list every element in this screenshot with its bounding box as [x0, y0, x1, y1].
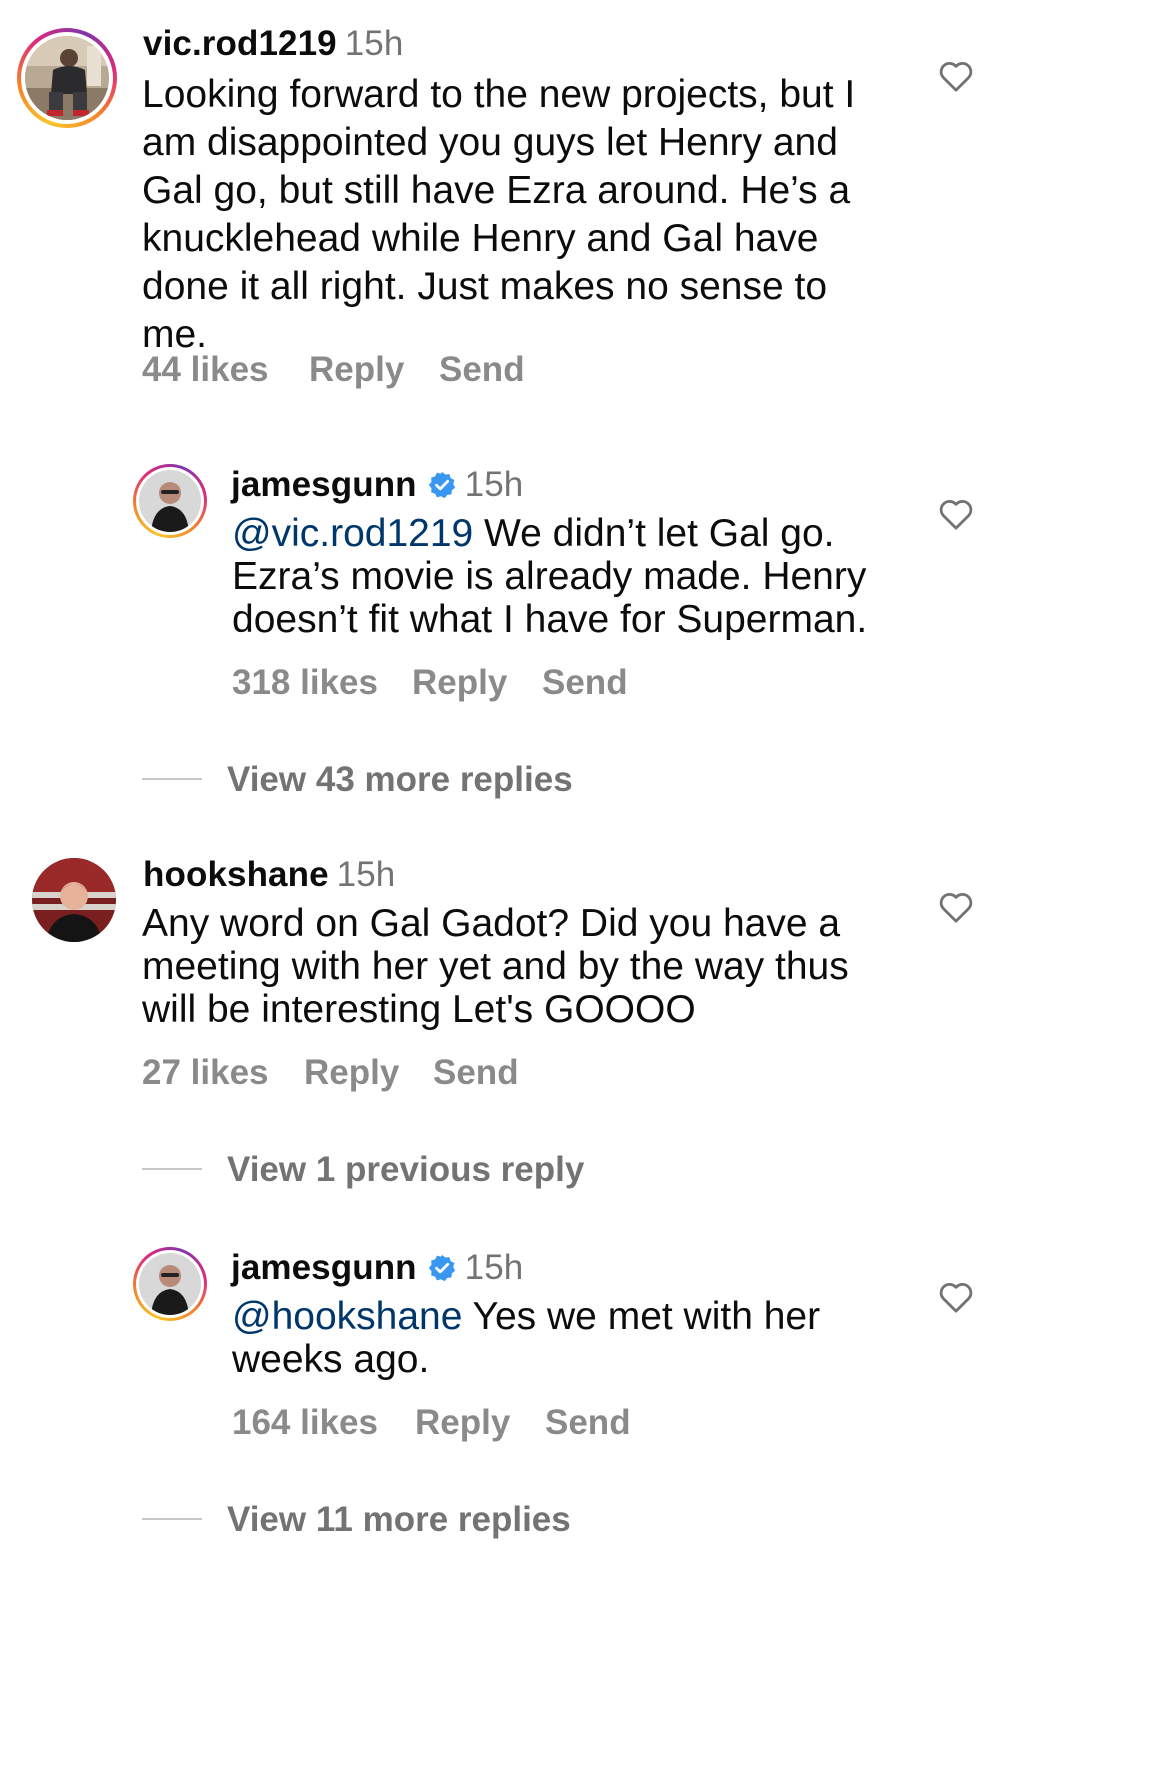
send-button[interactable]: Send — [439, 350, 525, 390]
reply-time: 15h — [464, 465, 524, 504]
heart-outline-icon[interactable] — [936, 494, 976, 534]
comment-line: Any word on Gal Gadot? Did you have a — [142, 902, 841, 945]
reply-line-text: We didn’t let Gal go. — [473, 512, 835, 555]
avatar-story-ring[interactable] — [133, 1247, 207, 1321]
reply-line: @hookshane Yes we met with her — [232, 1295, 820, 1338]
avatar-jamesgunn — [139, 1253, 201, 1315]
reply-body: @hookshane Yes we met with her weeks ago… — [232, 1295, 820, 1381]
view-replies-divider — [142, 1518, 202, 1520]
like-count[interactable]: 44 likes — [142, 350, 269, 390]
like-count[interactable]: 27 likes — [142, 1053, 269, 1093]
reply-line: weeks ago. — [232, 1338, 430, 1381]
heart-outline-icon[interactable] — [936, 1277, 976, 1317]
like-count[interactable]: 164 likes — [232, 1403, 378, 1443]
comment-line: am disappointed you guys let Henry and — [142, 121, 838, 164]
reply-button[interactable]: Reply — [412, 663, 507, 703]
view-previous-reply-button[interactable]: View 1 previous reply — [227, 1150, 584, 1190]
reply-line-text: Yes we met with her — [462, 1295, 821, 1338]
comment-line: done it all right. Just makes no sense t… — [142, 265, 828, 308]
reply-line: doesn’t fit what I have for Superman. — [232, 598, 868, 641]
view-more-replies-button[interactable]: View 11 more replies — [227, 1500, 571, 1540]
comment-line: Gal go, but still have Ezra around. He’s… — [142, 169, 851, 212]
mention-link[interactable]: @vic.rod1219 — [232, 512, 473, 555]
reply-body: @vic.rod1219 We didn’t let Gal go. Ezra’… — [232, 512, 867, 641]
avatar-hookshane[interactable] — [32, 858, 116, 942]
view-more-replies-button[interactable]: View 43 more replies — [227, 760, 573, 800]
avatar-vic-rod1219 — [25, 36, 109, 120]
send-button[interactable]: Send — [542, 663, 628, 703]
send-button[interactable]: Send — [433, 1053, 519, 1093]
reply-username[interactable]: jamesgunn 15h — [231, 1248, 523, 1288]
comment-line: meeting with her yet and by the way thus — [142, 945, 849, 988]
comment-body: Any word on Gal Gadot? Did you have a me… — [142, 902, 849, 1031]
like-count[interactable]: 318 likes — [232, 663, 378, 703]
avatar-story-ring[interactable] — [17, 28, 117, 128]
reply-button[interactable]: Reply — [309, 350, 404, 390]
comment-username[interactable]: vic.rod1219 15h — [143, 24, 403, 64]
view-replies-divider — [142, 778, 202, 780]
reply-time: 15h — [464, 1248, 524, 1287]
avatar-jamesgunn — [139, 470, 201, 532]
verified-badge-icon — [428, 1254, 455, 1282]
verified-badge-icon — [428, 471, 455, 499]
username-text[interactable]: hookshane — [143, 855, 329, 894]
reply-button[interactable]: Reply — [415, 1403, 510, 1443]
comment-time: 15h — [336, 855, 396, 894]
username-text[interactable]: jamesgunn — [231, 1248, 417, 1287]
username-text[interactable]: jamesgunn — [231, 465, 417, 504]
comment-line: will be interesting Let's GOOOO — [142, 988, 696, 1031]
comment-time: 15h — [344, 24, 404, 63]
comment-line: knucklehead while Henry and Gal have — [142, 217, 819, 260]
send-button[interactable]: Send — [545, 1403, 631, 1443]
reply-username[interactable]: jamesgunn 15h — [231, 465, 523, 505]
reply-line: Ezra’s movie is already made. Henry — [232, 555, 867, 598]
heart-outline-icon[interactable] — [936, 56, 976, 96]
comment-username[interactable]: hookshane 15h — [143, 855, 395, 895]
mention-link[interactable]: @hookshane — [232, 1295, 462, 1338]
heart-outline-icon[interactable] — [936, 887, 976, 927]
view-replies-divider — [142, 1168, 202, 1170]
reply-line: @vic.rod1219 We didn’t let Gal go. — [232, 512, 867, 555]
comment-line: Looking forward to the new projects, but… — [142, 73, 856, 116]
comment-body: Looking forward to the new projects, but… — [142, 71, 855, 359]
reply-button[interactable]: Reply — [304, 1053, 399, 1093]
avatar-story-ring[interactable] — [133, 464, 207, 538]
username-text[interactable]: vic.rod1219 — [143, 24, 337, 63]
